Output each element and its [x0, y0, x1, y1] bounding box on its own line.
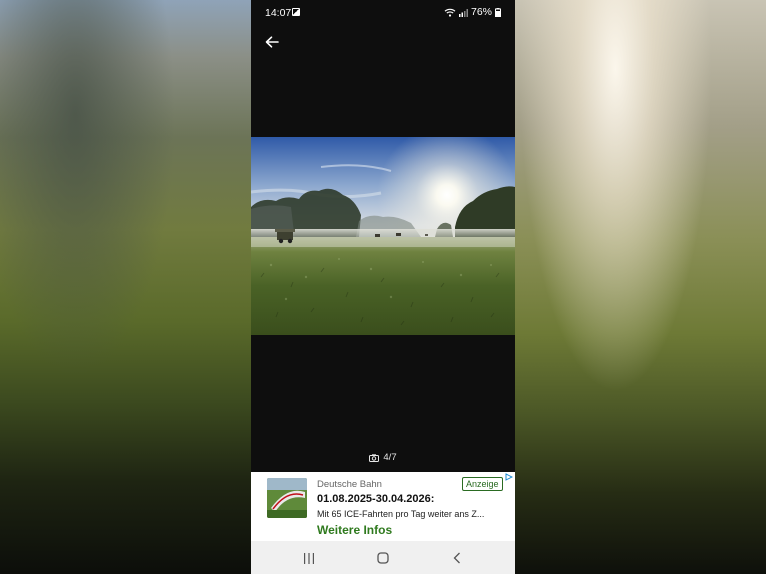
ad-brand: Deutsche Bahn [317, 479, 382, 490]
gallery-icon [292, 8, 300, 16]
arrow-left-icon [265, 36, 279, 48]
status-indicators: 76% [444, 6, 501, 18]
battery-percent: 76% [470, 6, 492, 18]
back-button[interactable] [261, 32, 283, 52]
ad-banner[interactable]: Deutsche Bahn Anzeige 01.08.2025-30.04.2… [251, 472, 515, 541]
recent-apps-icon [304, 552, 314, 564]
system-nav-bar [251, 541, 515, 574]
blurred-backdrop-left [0, 0, 251, 574]
photo-counter: 4/7 [251, 452, 515, 463]
ad-text: Mit 65 ICE-Fahrten pro Tag weiter ans Z.… [317, 509, 485, 519]
photo-counter-text: 4/7 [383, 452, 397, 463]
back-nav-icon [453, 552, 460, 564]
adchoices-icon[interactable] [505, 473, 513, 481]
signal-icon [458, 8, 468, 17]
home-icon [377, 552, 389, 564]
landscape-photo [251, 137, 515, 335]
ad-title: 01.08.2025-30.04.2026: [317, 493, 435, 505]
wifi-icon [444, 8, 456, 17]
camera-icon [369, 453, 380, 462]
ad-badge: Anzeige [462, 477, 503, 491]
ad-cta-link[interactable]: Weitere Infos [317, 523, 392, 537]
battery-icon [495, 7, 501, 17]
blurred-backdrop-right [515, 0, 766, 574]
phone-screen: 14:07 76% 4/7 Deutsche Bahn Anzeige 01.0… [251, 0, 515, 574]
back-nav-button[interactable] [447, 550, 467, 566]
recent-apps-button[interactable] [299, 550, 319, 566]
status-bar: 14:07 76% [251, 0, 515, 24]
ad-thumbnail[interactable] [267, 478, 307, 518]
listing-photo[interactable] [251, 137, 515, 335]
status-time: 14:07 [265, 7, 292, 19]
home-button[interactable] [373, 550, 393, 566]
